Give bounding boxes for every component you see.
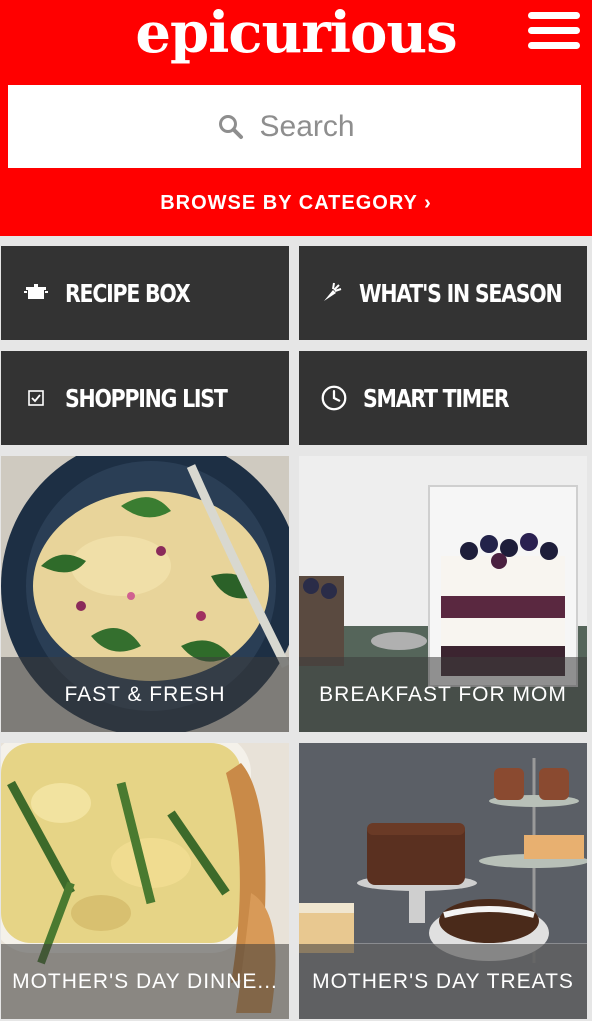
smart-timer-label: SMART TIMER xyxy=(363,383,510,413)
recipe-box-label: RECIPE BOX xyxy=(65,278,191,308)
mothers-day-dinner-caption: MOTHER'S DAY DINNE... xyxy=(1,944,289,1019)
app-header: epicurious BROWSE BY CATEGORY › xyxy=(0,0,592,236)
clock-icon xyxy=(321,385,347,411)
whats-in-season-button[interactable]: WHAT'S IN SEASON xyxy=(299,246,587,340)
epicurious-logo[interactable]: epicurious xyxy=(0,2,592,64)
mothers-day-treats-card[interactable]: MOTHER'S DAY TREATS xyxy=(299,743,587,1019)
mothers-day-treats-caption: MOTHER'S DAY TREATS xyxy=(299,944,587,1019)
fast-and-fresh-card[interactable]: FAST & FRESH xyxy=(1,456,289,732)
carrot-icon xyxy=(321,280,343,306)
search-icon xyxy=(218,114,243,139)
search-bar[interactable] xyxy=(8,85,581,168)
shopping-list-button[interactable]: SHOPPING LIST xyxy=(1,351,289,445)
breakfast-for-mom-card[interactable]: BREAKFAST FOR MOM xyxy=(299,456,587,732)
recipe-box-icon xyxy=(23,280,49,306)
browse-by-category-link[interactable]: BROWSE BY CATEGORY › xyxy=(0,192,592,215)
checklist-icon xyxy=(23,385,49,411)
smart-timer-button[interactable]: SMART TIMER xyxy=(299,351,587,445)
whats-in-season-label: WHAT'S IN SEASON xyxy=(359,278,563,308)
shopping-list-label: SHOPPING LIST xyxy=(65,383,228,413)
breakfast-for-mom-caption: BREAKFAST FOR MOM xyxy=(299,657,587,732)
fast-and-fresh-caption: FAST & FRESH xyxy=(1,657,289,732)
hamburger-menu-icon[interactable] xyxy=(528,12,580,50)
recipe-box-button[interactable]: RECIPE BOX xyxy=(1,246,289,340)
mothers-day-dinner-card[interactable]: MOTHER'S DAY DINNE... xyxy=(1,743,289,1019)
search-input[interactable] xyxy=(257,108,372,145)
